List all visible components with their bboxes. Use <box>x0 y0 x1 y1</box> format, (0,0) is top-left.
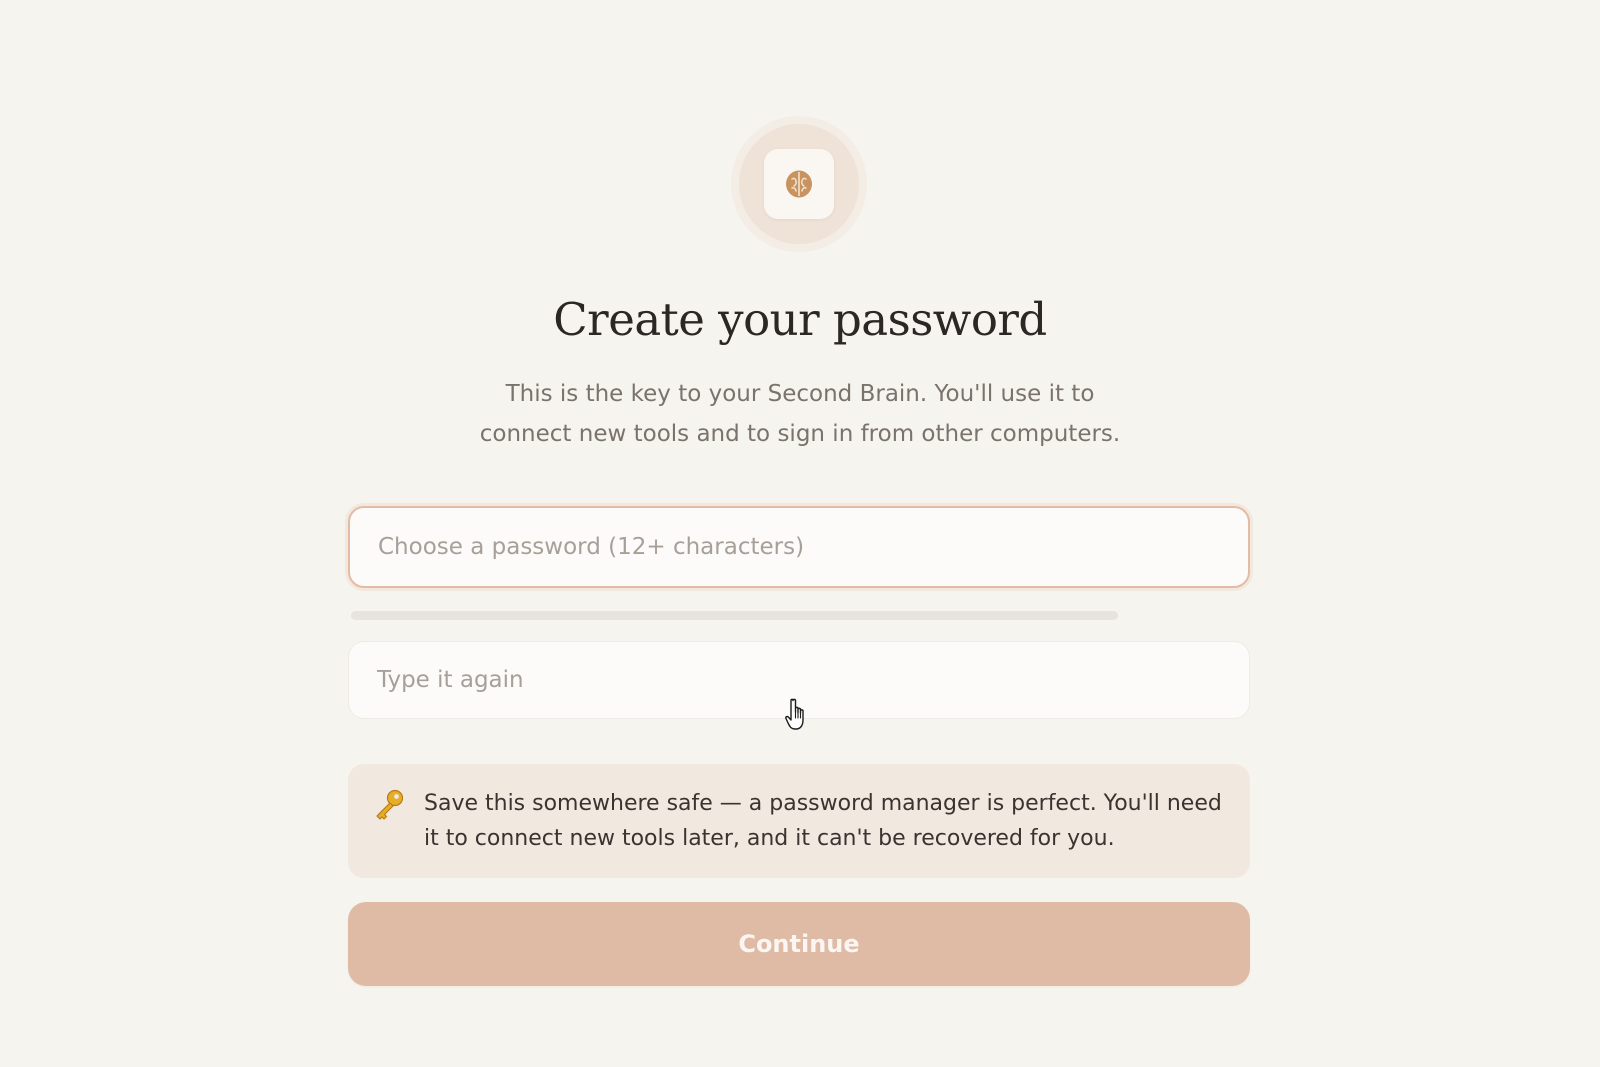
password-setup-page: Create your password This is the key to … <box>0 0 1600 1067</box>
page-title: Create your password <box>553 293 1047 346</box>
notice-text-line-2: it to connect new tools later, and it ca… <box>424 826 1115 851</box>
notice-text: Save this somewhere safe — a password ma… <box>424 786 1222 856</box>
page-subtitle: This is the key to your Second Brain. Yo… <box>300 374 1300 454</box>
continue-button[interactable]: Continue <box>348 902 1250 986</box>
app-logo <box>764 149 834 219</box>
confirm-password-input[interactable] <box>348 641 1250 719</box>
password-strength-bar <box>351 611 1118 620</box>
notice-text-line-1: Save this somewhere safe — a password ma… <box>424 791 1222 816</box>
password-input[interactable] <box>348 506 1250 588</box>
save-password-notice: Save this somewhere safe — a password ma… <box>348 764 1250 878</box>
brain-icon <box>786 170 812 198</box>
key-icon <box>376 789 404 820</box>
subtitle-line-1: This is the key to your Second Brain. Yo… <box>505 381 1095 407</box>
subtitle-line-2: connect new tools and to sign in from ot… <box>479 421 1121 447</box>
